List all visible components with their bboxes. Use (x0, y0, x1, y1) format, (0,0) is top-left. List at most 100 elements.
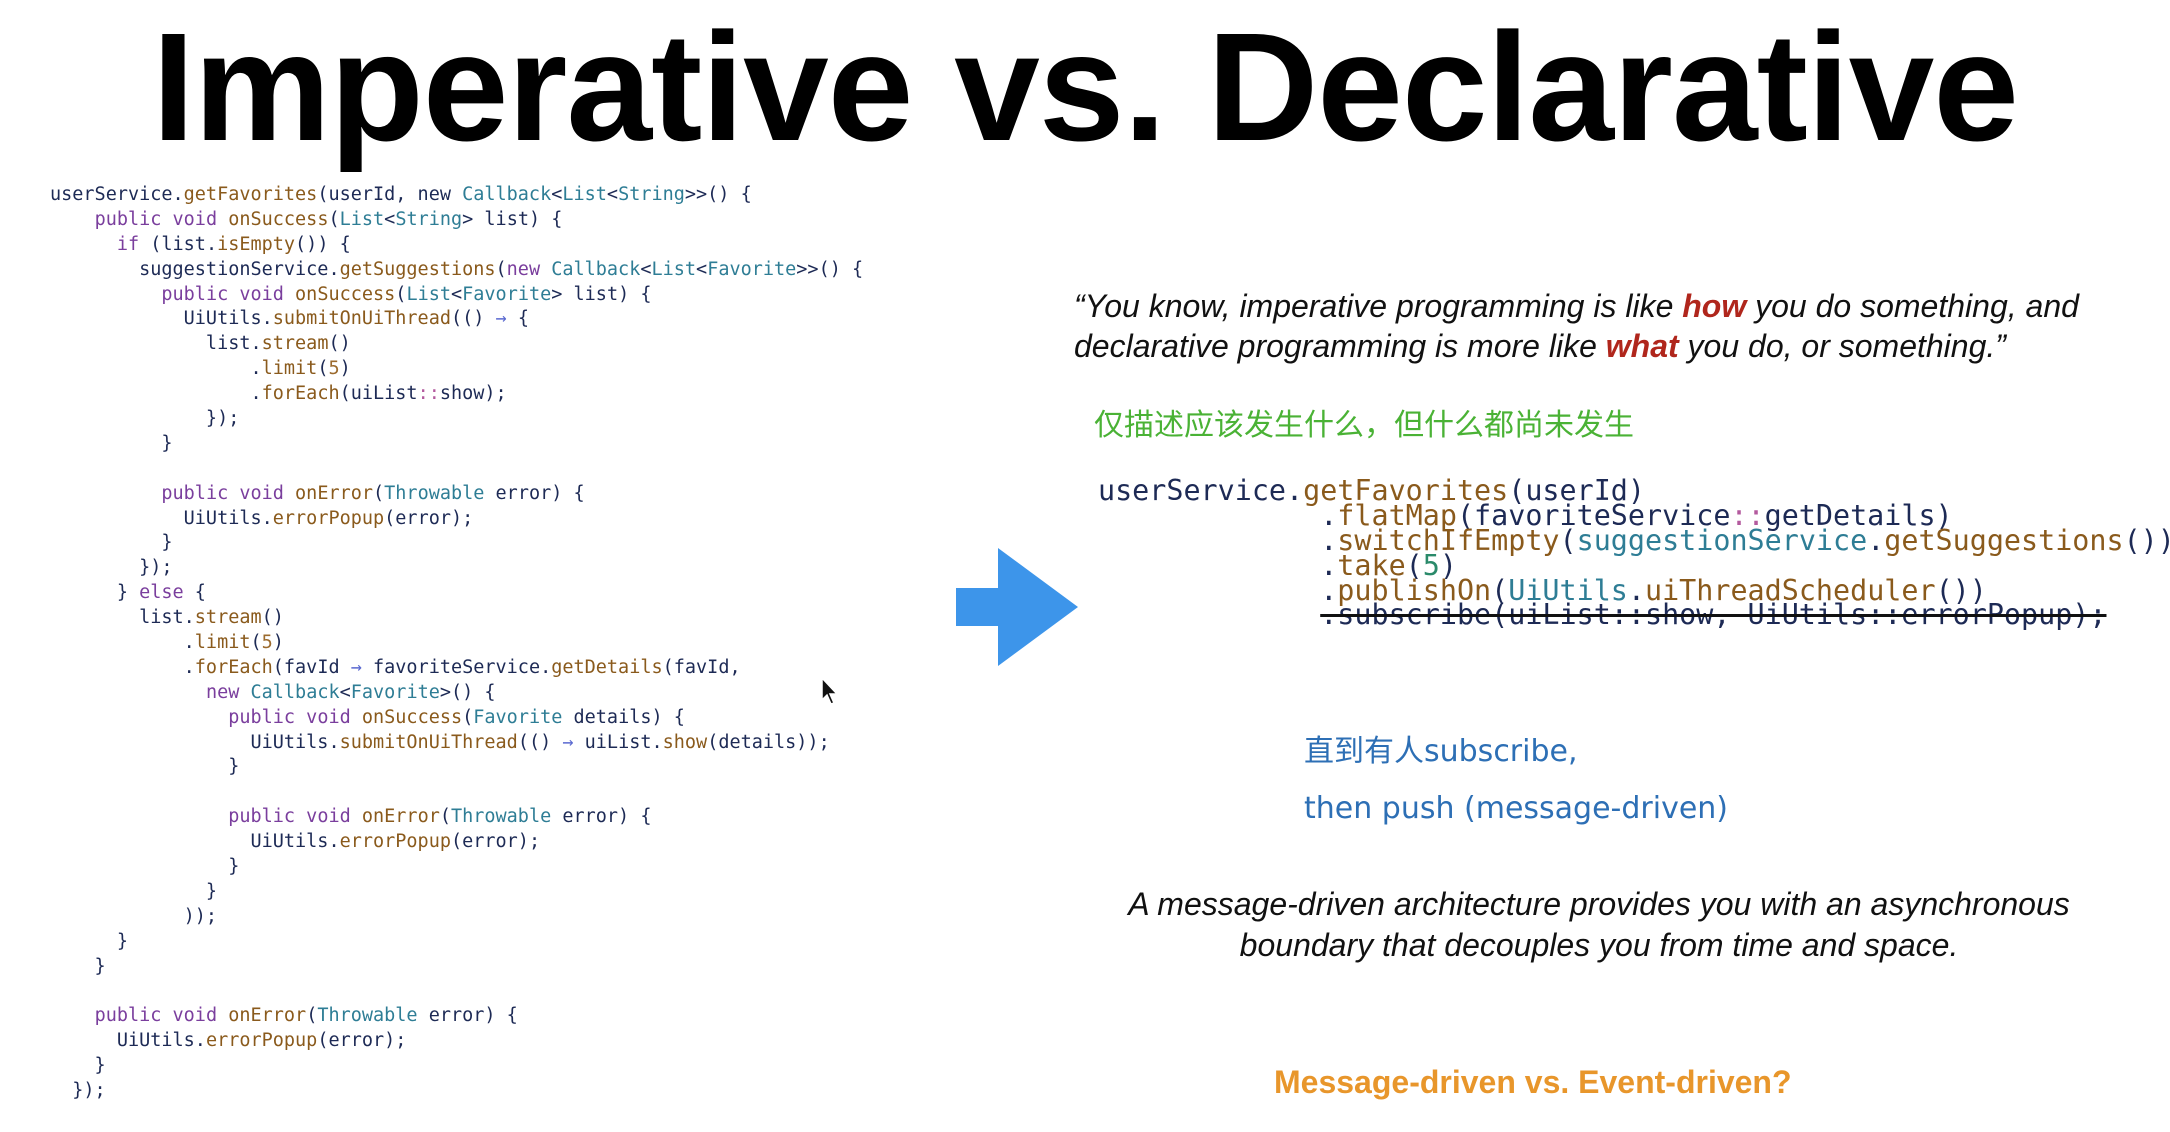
code-token: → (495, 308, 507, 330)
code-token: } (50, 955, 106, 977)
code-line: UiUtils.errorPopup(error); (50, 507, 863, 532)
question-text: Message-driven vs. Event-driven? (1274, 1064, 1792, 1100)
code-token: } (50, 880, 218, 902)
code-line: UiUtils.submitOnUiThread(() → uiList.sho… (50, 731, 863, 756)
code-token: new (506, 258, 552, 280)
code-token: { (183, 582, 206, 604)
code-line: }); (50, 556, 863, 581)
code-token: public void (228, 706, 362, 728)
code-token: List (406, 283, 451, 305)
code-token: () (328, 333, 351, 355)
code-token: < (696, 258, 708, 280)
code-token: onError (361, 806, 440, 828)
code-token: ( (306, 1005, 318, 1027)
code-token: UiUtils. (50, 831, 340, 853)
code-token: Callback (250, 681, 340, 703)
code-line: new Callback<Favorite>() { (50, 681, 863, 706)
code-line: UiUtils.errorPopup(error); (50, 830, 863, 855)
code-token: >() { (439, 681, 496, 703)
code-line: } (50, 930, 863, 955)
code-token: } (50, 1055, 106, 1077)
code-token: Favorite (707, 258, 797, 280)
code-token: (favId, (662, 656, 741, 678)
code-token: Callback (462, 184, 552, 205)
code-token: ( (373, 482, 385, 504)
code-token: list. (50, 607, 195, 629)
slide-title: Imperative vs. Declarative (152, 1, 2019, 173)
code-token: UiUtils. (50, 308, 273, 330)
code-token: → (562, 731, 574, 753)
code-token: public void (161, 482, 296, 504)
code-token: > list) { (462, 208, 563, 230)
code-line: .limit(5) (50, 631, 863, 656)
code-token: ( (1559, 523, 1577, 557)
code-token: ) (339, 358, 351, 380)
code-line: } (50, 432, 863, 457)
code-token: String (395, 208, 463, 230)
code-token: (userId, new (317, 184, 463, 205)
code-token: } (50, 432, 173, 454)
code-token: getDetails (551, 656, 663, 678)
code-token: > list) { (551, 283, 652, 305)
code-token: UiUtils. (50, 507, 273, 529)
code-line: list.stream() (50, 606, 863, 631)
code-token: onSuccess (361, 706, 463, 728)
code-token: ) (272, 632, 284, 654)
code-token: Favorite (462, 283, 552, 305)
code-line: .limit(5) (50, 357, 863, 382)
code-token: . (50, 632, 195, 654)
code-token: } (50, 756, 240, 778)
code-line: if (list.isEmpty()) { (50, 233, 863, 258)
quote-emphasis-how: how (1682, 288, 1747, 324)
code-token: error) { (417, 1005, 518, 1027)
code-line: } (50, 755, 863, 780)
code-token: (details)); (707, 731, 830, 753)
code-token: . (50, 358, 262, 380)
code-token: getSuggestions (1884, 523, 2124, 557)
code-token: } (50, 532, 173, 554)
code-token: public void (228, 806, 362, 828)
quote-part: you do, or something.” (1678, 328, 2006, 364)
code-token: userService. (50, 184, 184, 205)
code-line: .subscribe(uiList::show, UiUtils::errorP… (1098, 596, 2170, 631)
right-arrow-icon (956, 548, 1078, 666)
code-token: ( (495, 258, 507, 280)
code-token: List (339, 208, 385, 230)
code-token: List (651, 258, 697, 280)
code-token: UiUtils. (50, 1030, 206, 1052)
code-token: details) { (562, 706, 685, 728)
code-token: isEmpty (217, 233, 296, 255)
mouse-pointer-icon (821, 676, 839, 705)
quote-emphasis-what: what (1605, 328, 1679, 364)
code-line: list.stream() (50, 332, 863, 357)
code-token: < (384, 208, 396, 230)
code-token: (favId (272, 656, 351, 678)
code-token: Favorite (350, 681, 440, 703)
code-token: uiList. (573, 731, 663, 753)
code-token: else (139, 582, 184, 604)
code-line: } else { (50, 581, 863, 606)
code-token: >>() { (684, 184, 752, 205)
code-token: :: (417, 383, 440, 405)
code-token: (() (517, 731, 563, 753)
code-line: } (50, 955, 863, 980)
code-token: < (606, 184, 619, 205)
code-token: stream (261, 333, 329, 355)
code-token: if (116, 233, 151, 255)
summary-text: A message-driven architecture provides y… (1128, 886, 2070, 963)
quote-part: “You know, imperative programming is lik… (1074, 288, 1683, 324)
code-token: stream (194, 607, 262, 629)
code-token: UiUtils. (50, 731, 340, 753)
code-token: limit (194, 632, 251, 654)
code-token: (error); (317, 1030, 407, 1052)
code-line: .forEach(uiList::show); (50, 382, 863, 407)
code-line: } (50, 1054, 863, 1079)
code-token: >>() { (796, 258, 864, 280)
code-token: → (350, 656, 362, 678)
code-token: . (50, 656, 195, 678)
code-line: }); (50, 1079, 863, 1104)
